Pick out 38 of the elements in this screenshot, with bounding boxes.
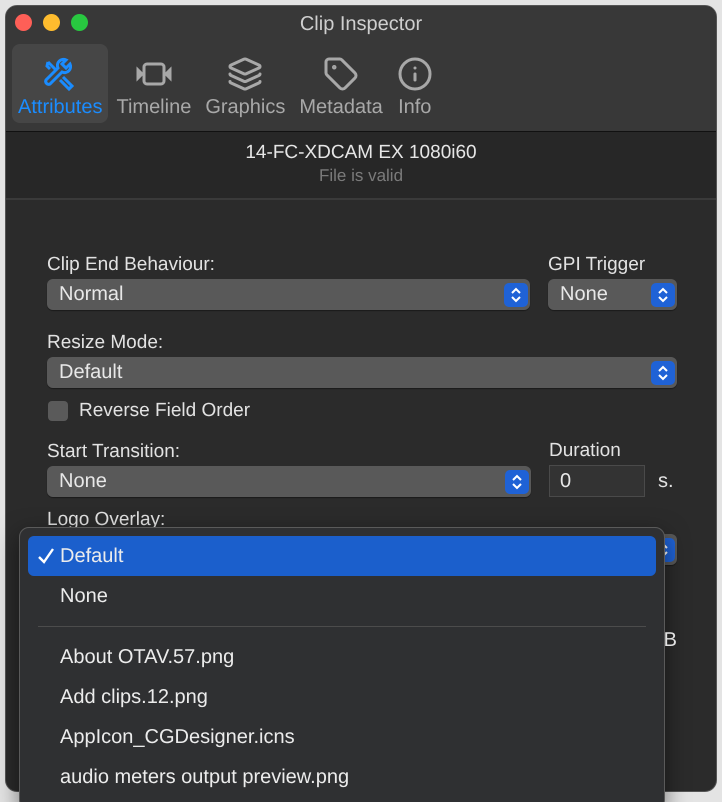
partial-text: B [664, 629, 677, 652]
info-icon [396, 56, 433, 92]
menu-item[interactable]: About OTAV.57.png [28, 637, 656, 677]
menu-item[interactable]: audio meters output preview.png [28, 757, 656, 797]
minimize-button[interactable] [43, 14, 60, 31]
layers-icon [227, 56, 264, 92]
field-label: GPI Trigger [548, 254, 646, 276]
clip-name: 14-FC-XDCAM EX 1080i60 [245, 142, 477, 164]
start-transition-select[interactable]: None [47, 466, 531, 497]
toolbar-tab[interactable]: Timeline [110, 44, 198, 123]
menu-item[interactable]: None [28, 576, 656, 616]
duration-field[interactable]: 0 [549, 465, 645, 497]
field-label: Resize Mode: [47, 332, 164, 354]
toolbar-tab[interactable]: Info [390, 44, 439, 123]
field-label: Clip End Behaviour: [47, 254, 216, 276]
stepper-icon [651, 282, 675, 306]
checkbox-label: Reverse Field Order [79, 400, 250, 422]
tag-icon [323, 56, 360, 92]
field-label: Start Transition: [47, 441, 182, 463]
unit-label: s. [658, 470, 674, 492]
zoom-button[interactable] [71, 14, 88, 31]
field-label: Duration [549, 440, 622, 462]
checkbox[interactable] [48, 401, 68, 421]
menu-item[interactable]: Add clips.12.png [28, 677, 656, 717]
window-title: Clip Inspector [300, 12, 422, 36]
menu-item[interactable]: Default [28, 536, 656, 576]
clip-status: File is valid [318, 166, 404, 186]
toolbar-tab[interactable]: Graphics [199, 44, 292, 123]
resize-mode-select[interactable]: Default [47, 357, 677, 388]
check-icon [36, 546, 56, 566]
close-button[interactable] [15, 14, 32, 31]
stepper-icon [504, 282, 528, 306]
toolbar-tab[interactable]: Metadata [293, 44, 389, 123]
gpi-trigger-select[interactable]: None [548, 279, 677, 310]
stepper-icon [505, 470, 529, 494]
menu-item[interactable]: AppIcon_CGDesigner.icns [28, 717, 656, 757]
stepper-icon [651, 360, 675, 384]
clip-end-select[interactable]: Normal [47, 279, 530, 310]
